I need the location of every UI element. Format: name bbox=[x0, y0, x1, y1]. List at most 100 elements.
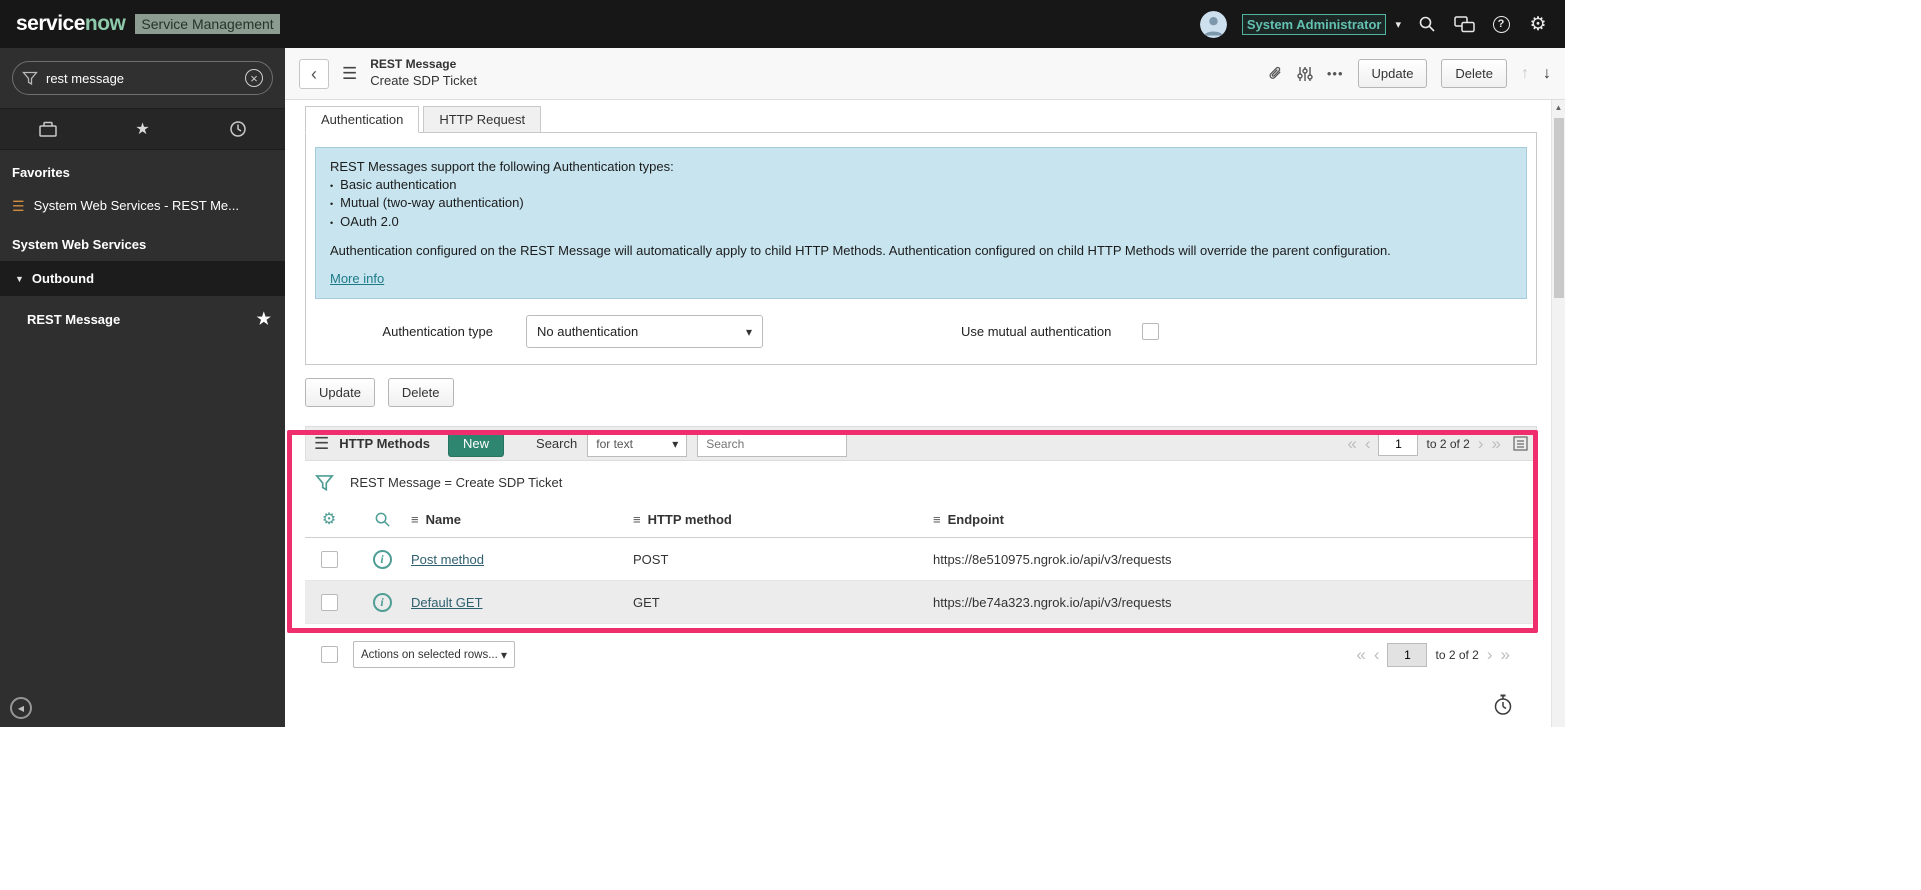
form-context-menu-icon[interactable]: ☰ bbox=[342, 64, 357, 84]
column-menu-icon: ≡ bbox=[633, 512, 641, 528]
form-header-actions: ••• Update Delete ↑ ↓ bbox=[1267, 59, 1551, 88]
connect-chat-icon[interactable] bbox=[1453, 13, 1475, 35]
minimize-navigator-button[interactable]: ◀ bbox=[10, 697, 32, 719]
record-preview-icon[interactable]: i bbox=[372, 549, 392, 569]
nav-group-label: Outbound bbox=[31, 271, 95, 286]
previous-page-icon[interactable]: ‹ bbox=[1374, 646, 1380, 663]
breadcrumb-condition[interactable]: REST Message = Create SDP Ticket bbox=[350, 475, 562, 490]
list-pagination-bottom: « ‹ to 2 of 2 › » bbox=[1356, 642, 1510, 667]
favorite-star-icon[interactable]: ★ bbox=[257, 309, 271, 329]
favorite-item-rest-message[interactable]: ☰ System Web Services - REST Me... bbox=[0, 189, 285, 222]
record-type: REST Message bbox=[370, 57, 457, 72]
info-list-item: • OAuth 2.0 bbox=[330, 213, 1512, 231]
list-personalize-gear-icon[interactable]: ⚙ bbox=[322, 511, 336, 528]
servicenow-logo[interactable]: servicenow bbox=[16, 12, 126, 36]
row-checkbox[interactable] bbox=[320, 593, 338, 611]
page-number-input[interactable] bbox=[1387, 642, 1428, 667]
filter-icon[interactable] bbox=[315, 473, 334, 492]
row-checkbox[interactable] bbox=[320, 550, 338, 568]
delete-button[interactable]: Delete bbox=[1441, 59, 1507, 88]
new-button[interactable]: New bbox=[448, 430, 505, 458]
tab-all-applications[interactable] bbox=[0, 109, 95, 149]
back-button[interactable]: ‹ bbox=[299, 58, 329, 89]
search-label: Search bbox=[536, 436, 578, 452]
next-page-icon[interactable]: › bbox=[1478, 435, 1484, 452]
info-item-label: OAuth 2.0 bbox=[340, 213, 399, 229]
column-header-endpoint[interactable]: ≡ Endpoint bbox=[933, 512, 1537, 527]
delete-button-bottom[interactable]: Delete bbox=[387, 378, 454, 408]
activity-stream-icon[interactable]: ••• bbox=[1327, 66, 1344, 81]
column-menu-icon: ≡ bbox=[933, 512, 941, 528]
chevron-down-icon[interactable]: ▾ bbox=[1395, 18, 1401, 31]
scroll-up-arrow[interactable]: ▲ bbox=[1552, 100, 1565, 115]
info-item-label: Basic authentication bbox=[340, 177, 457, 193]
next-record-icon[interactable]: ↓ bbox=[1543, 65, 1551, 83]
scrollbar[interactable]: ▲ bbox=[1551, 100, 1565, 727]
column-header-http-method[interactable]: ≡ HTTP method bbox=[633, 512, 933, 527]
personalize-form-icon[interactable] bbox=[1297, 66, 1313, 82]
update-button[interactable]: Update bbox=[1357, 59, 1428, 88]
tab-authentication[interactable]: Authentication bbox=[305, 106, 420, 133]
list-column-headers: ⚙ ≡ Name ≡ HTTP method ≡ Endpoint bbox=[305, 502, 1537, 539]
use-mutual-authentication-checkbox[interactable] bbox=[1142, 323, 1160, 341]
last-page-icon[interactable]: » bbox=[1492, 435, 1501, 452]
http-method-cell: POST bbox=[633, 551, 669, 567]
nav-group-outbound[interactable]: ▼ Outbound bbox=[0, 261, 285, 296]
avatar[interactable] bbox=[1199, 10, 1227, 38]
list-pagination-top: « ‹ to 2 of 2 › » bbox=[1347, 431, 1528, 456]
tab-history[interactable] bbox=[190, 109, 285, 149]
navigator-search-row: × bbox=[0, 48, 285, 108]
record-link[interactable]: Default GET bbox=[411, 595, 483, 610]
record-preview-icon[interactable]: i bbox=[372, 592, 392, 612]
navigator-search-input[interactable] bbox=[46, 70, 237, 86]
authentication-type-label: Authentication type bbox=[382, 324, 493, 340]
sidebar-item-rest-message[interactable]: REST Message ★ bbox=[0, 296, 285, 342]
column-search-icon[interactable] bbox=[374, 511, 391, 528]
authentication-type-select[interactable]: No authentication ▾ bbox=[526, 315, 763, 349]
selected-action: Actions on selected rows... bbox=[361, 648, 498, 661]
chevron-left-icon: ◀ bbox=[17, 703, 25, 713]
last-page-icon[interactable]: » bbox=[1501, 646, 1510, 663]
search-icon[interactable] bbox=[1416, 13, 1438, 35]
scrollbar-thumb[interactable] bbox=[1554, 118, 1564, 298]
previous-page-icon[interactable]: ‹ bbox=[1365, 435, 1371, 452]
select-all-checkbox[interactable] bbox=[320, 646, 338, 664]
record-link[interactable]: Post method bbox=[411, 552, 484, 567]
attachment-icon[interactable] bbox=[1267, 66, 1283, 82]
use-mutual-authentication-label: Use mutual authentication bbox=[961, 324, 1112, 340]
previous-record-icon[interactable]: ↑ bbox=[1521, 65, 1529, 83]
tab-http-request[interactable]: HTTP Request bbox=[423, 106, 542, 133]
first-page-icon[interactable]: « bbox=[1356, 646, 1365, 663]
actions-on-selected-rows-select[interactable]: Actions on selected rows... ▾ bbox=[353, 641, 515, 669]
search-scope-select[interactable]: for text ▾ bbox=[587, 430, 688, 458]
user-menu[interactable]: System Administrator bbox=[1241, 13, 1387, 35]
http-method-cell: GET bbox=[633, 594, 660, 610]
page-number-input[interactable] bbox=[1378, 431, 1419, 456]
more-info-link[interactable]: More info bbox=[330, 270, 384, 288]
tab-favorites[interactable]: ★ bbox=[95, 109, 190, 149]
list-search-input[interactable] bbox=[697, 430, 848, 458]
chevron-left-icon: ‹ bbox=[311, 63, 317, 84]
table-row: i Default GET GET https://be74a323.ngrok… bbox=[305, 581, 1537, 625]
table-row: i Post method POST https://8e510975.ngro… bbox=[305, 538, 1537, 582]
list-popout-icon[interactable] bbox=[1513, 436, 1528, 451]
response-time-icon[interactable] bbox=[1492, 694, 1514, 716]
list-context-menu-icon[interactable]: ☰ bbox=[314, 434, 329, 454]
column-header-name[interactable]: ≡ Name bbox=[411, 512, 633, 527]
banner: servicenow Service Management System Adm… bbox=[0, 0, 1565, 48]
gear-icon[interactable]: ⚙ bbox=[1527, 13, 1549, 35]
next-page-icon[interactable]: › bbox=[1487, 646, 1493, 663]
form-footer-buttons: Update Delete bbox=[305, 378, 1537, 408]
form-header: ‹ ☰ REST Message Create SDP Ticket ••• U… bbox=[285, 48, 1565, 100]
list-title: HTTP Methods bbox=[339, 436, 431, 452]
bullet-icon: • bbox=[330, 199, 334, 210]
logo-text-now: now bbox=[84, 12, 126, 35]
navigator-search[interactable]: × bbox=[12, 61, 273, 95]
favorite-item-label: System Web Services - REST Me... bbox=[33, 198, 239, 213]
clear-search-icon[interactable]: × bbox=[245, 69, 263, 87]
update-button-bottom[interactable]: Update bbox=[305, 378, 375, 408]
help-icon[interactable]: ? bbox=[1490, 13, 1512, 35]
first-page-icon[interactable]: « bbox=[1347, 435, 1356, 452]
application-heading: System Web Services bbox=[12, 237, 147, 252]
list-header: ☰ HTTP Methods New Search for text ▾ « ‹… bbox=[305, 426, 1537, 462]
